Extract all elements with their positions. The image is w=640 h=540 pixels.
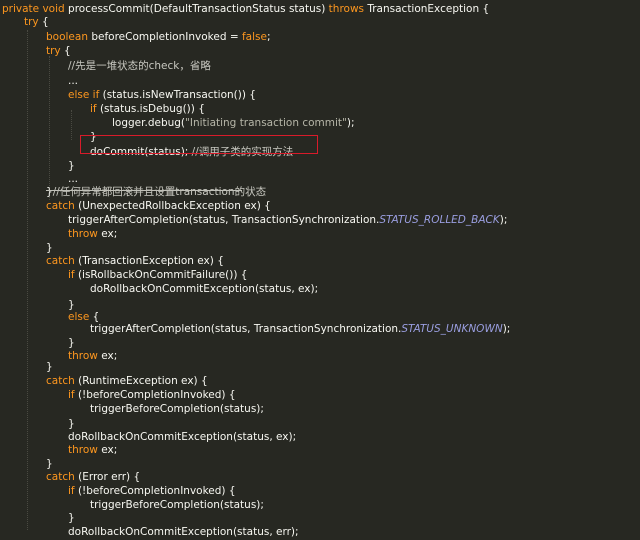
code-token: //先是一堆状态的check，省略 (68, 60, 211, 72)
code-token: ); (346, 117, 355, 129)
code-line[interactable]: doRollbackOnCommitException(status, err)… (68, 524, 299, 540)
code-token: logger.debug( (112, 117, 186, 129)
indent-guide (71, 110, 72, 140)
code-token: processCommit (68, 3, 150, 15)
code-token: else (68, 311, 93, 323)
code-line[interactable]: boolean beforeCompletionInvoked = false; (46, 29, 270, 45)
code-line[interactable]: try { (24, 14, 49, 30)
code-line[interactable]: triggerBeforeCompletion(status); (90, 401, 264, 417)
code-token: triggerBeforeCompletion(status); (90, 403, 264, 415)
code-line[interactable]: throw ex; (68, 348, 117, 364)
code-token: else if (68, 89, 103, 101)
code-line[interactable]: triggerBeforeCompletion(status); (90, 497, 264, 513)
code-token: beforeCompletionInvoked = (91, 31, 242, 43)
code-token: doRollbackOnCommitException(status, ex); (90, 283, 319, 295)
code-token: ... (68, 75, 79, 87)
code-token: throw (68, 228, 102, 240)
code-line[interactable]: try { (46, 43, 71, 59)
code-token: try (46, 45, 64, 57)
code-line[interactable]: logger.debug("Initiating transaction com… (112, 115, 355, 131)
code-token: "Initiating transaction commit" (185, 117, 347, 129)
code-token: (!beforeCompletionInvoked) { (77, 389, 236, 401)
code-token: (RuntimeException ex) { (78, 375, 208, 387)
code-token: catch (46, 200, 79, 212)
code-line[interactable]: throw ex; (68, 442, 117, 458)
indent-guide (27, 30, 28, 530)
code-token: } (46, 361, 53, 373)
code-token: if (68, 269, 78, 281)
code-token: if (90, 103, 100, 115)
code-token: (status.isNewTransaction()) { (102, 89, 256, 101)
code-token: ex; (101, 228, 118, 240)
code-token: catch (46, 471, 79, 483)
code-token: ; (266, 31, 271, 43)
indent-guide (49, 56, 50, 200)
code-line[interactable]: doRollbackOnCommitException(status, ex); (90, 281, 318, 297)
code-token: (Error err) { (78, 471, 141, 483)
code-token: (TransactionException ex) { (78, 255, 224, 267)
code-token: doRollbackOnCommitException(status, err)… (68, 526, 299, 538)
code-token: { (64, 45, 71, 57)
code-token: STATUS_ROLLED_BACK (379, 214, 500, 226)
code-token: } (68, 512, 75, 524)
code-token: triggerAfterCompletion(status, Transacti… (90, 323, 402, 335)
code-token: if (68, 389, 78, 401)
code-editor[interactable]: private void processCommit(DefaultTransa… (0, 0, 640, 538)
code-token: ex; (101, 350, 118, 362)
code-token: (isRollbackOnCommitFailure()) { (77, 269, 248, 281)
code-line[interactable]: triggerAfterCompletion(status, Transacti… (68, 212, 507, 228)
code-token: (DefaultTransactionStatus status) (149, 3, 329, 15)
code-token: ); (502, 323, 511, 335)
code-token: } (46, 186, 53, 198)
code-token: boolean (46, 31, 92, 43)
code-token: (status.isDebug()) { (99, 103, 205, 115)
code-line[interactable]: throw ex; (68, 226, 117, 242)
code-token: ); (499, 214, 508, 226)
code-token: (!beforeCompletionInvoked) { (77, 485, 236, 497)
code-line[interactable]: triggerAfterCompletion(status, Transacti… (90, 321, 510, 337)
code-token: throw (68, 350, 102, 362)
code-token: STATUS_UNKNOWN (401, 323, 503, 335)
code-token: throw (68, 444, 102, 456)
code-token: catch (46, 375, 79, 387)
code-line[interactable]: //先是一堆状态的check，省略 (68, 58, 211, 74)
code-token: triggerBeforeCompletion(status); (90, 499, 264, 511)
code-token: try (24, 16, 42, 28)
code-token: false (241, 31, 267, 43)
code-token: triggerAfterCompletion(status, Transacti… (68, 214, 380, 226)
code-token: ex; (101, 444, 118, 456)
code-token: (UnexpectedRollbackException ex) { (78, 200, 271, 212)
code-token: if (68, 485, 78, 497)
code-line[interactable]: private void processCommit(DefaultTransa… (2, 1, 489, 17)
highlight-box (80, 135, 318, 154)
code-token: catch (46, 255, 79, 267)
code-token: //任何异常都回滚并且设置transaction的状态 (52, 186, 267, 198)
code-token: TransactionException { (367, 3, 490, 15)
code-token: throws (328, 3, 368, 15)
comment-underline (46, 190, 242, 191)
code-token: { (42, 16, 49, 28)
